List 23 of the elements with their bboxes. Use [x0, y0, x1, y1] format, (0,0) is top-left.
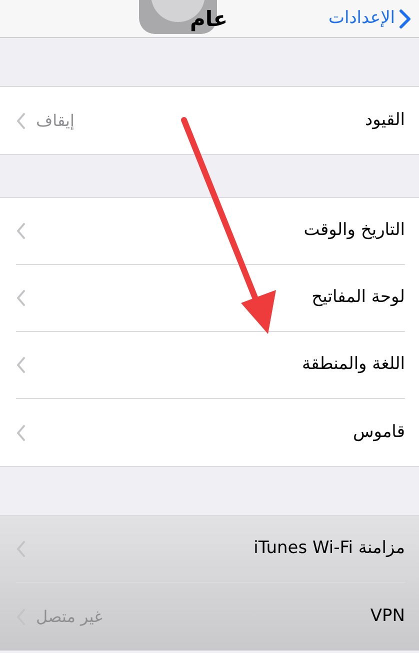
back-button[interactable]: الإعدادات: [328, 6, 419, 32]
settings-row[interactable]: قاموس: [0, 399, 419, 466]
chevron-icon: [16, 223, 26, 239]
settings-row[interactable]: القيود إيقاف: [0, 87, 419, 154]
settings-row[interactable]: مزامنة iTunes Wi-Fi: [0, 516, 419, 583]
settings-row[interactable]: اللغة والمنطقة: [0, 332, 419, 399]
screen-title: عام: [190, 6, 228, 34]
row-value: غير متصل: [36, 606, 102, 628]
chevron-icon: [16, 357, 26, 373]
row-label: VPN: [370, 604, 405, 628]
row-label: اللغة والمنطقة: [302, 353, 405, 376]
row-value: إيقاف: [36, 110, 74, 132]
row-label: التاريخ والوقت: [304, 219, 405, 242]
back-chevron-icon: [399, 8, 411, 28]
chevron-icon: [16, 112, 26, 128]
row-label: لوحة المفاتيح: [312, 286, 405, 310]
settings-row[interactable]: التاريخ والوقت: [0, 198, 419, 265]
chevron-icon: [16, 290, 26, 306]
row-label: قاموس: [353, 420, 405, 444]
chevron-icon: [16, 541, 26, 557]
row-label: القيود: [365, 108, 405, 132]
chevron-icon: [16, 424, 26, 440]
row-label: مزامنة iTunes Wi-Fi: [254, 537, 405, 560]
